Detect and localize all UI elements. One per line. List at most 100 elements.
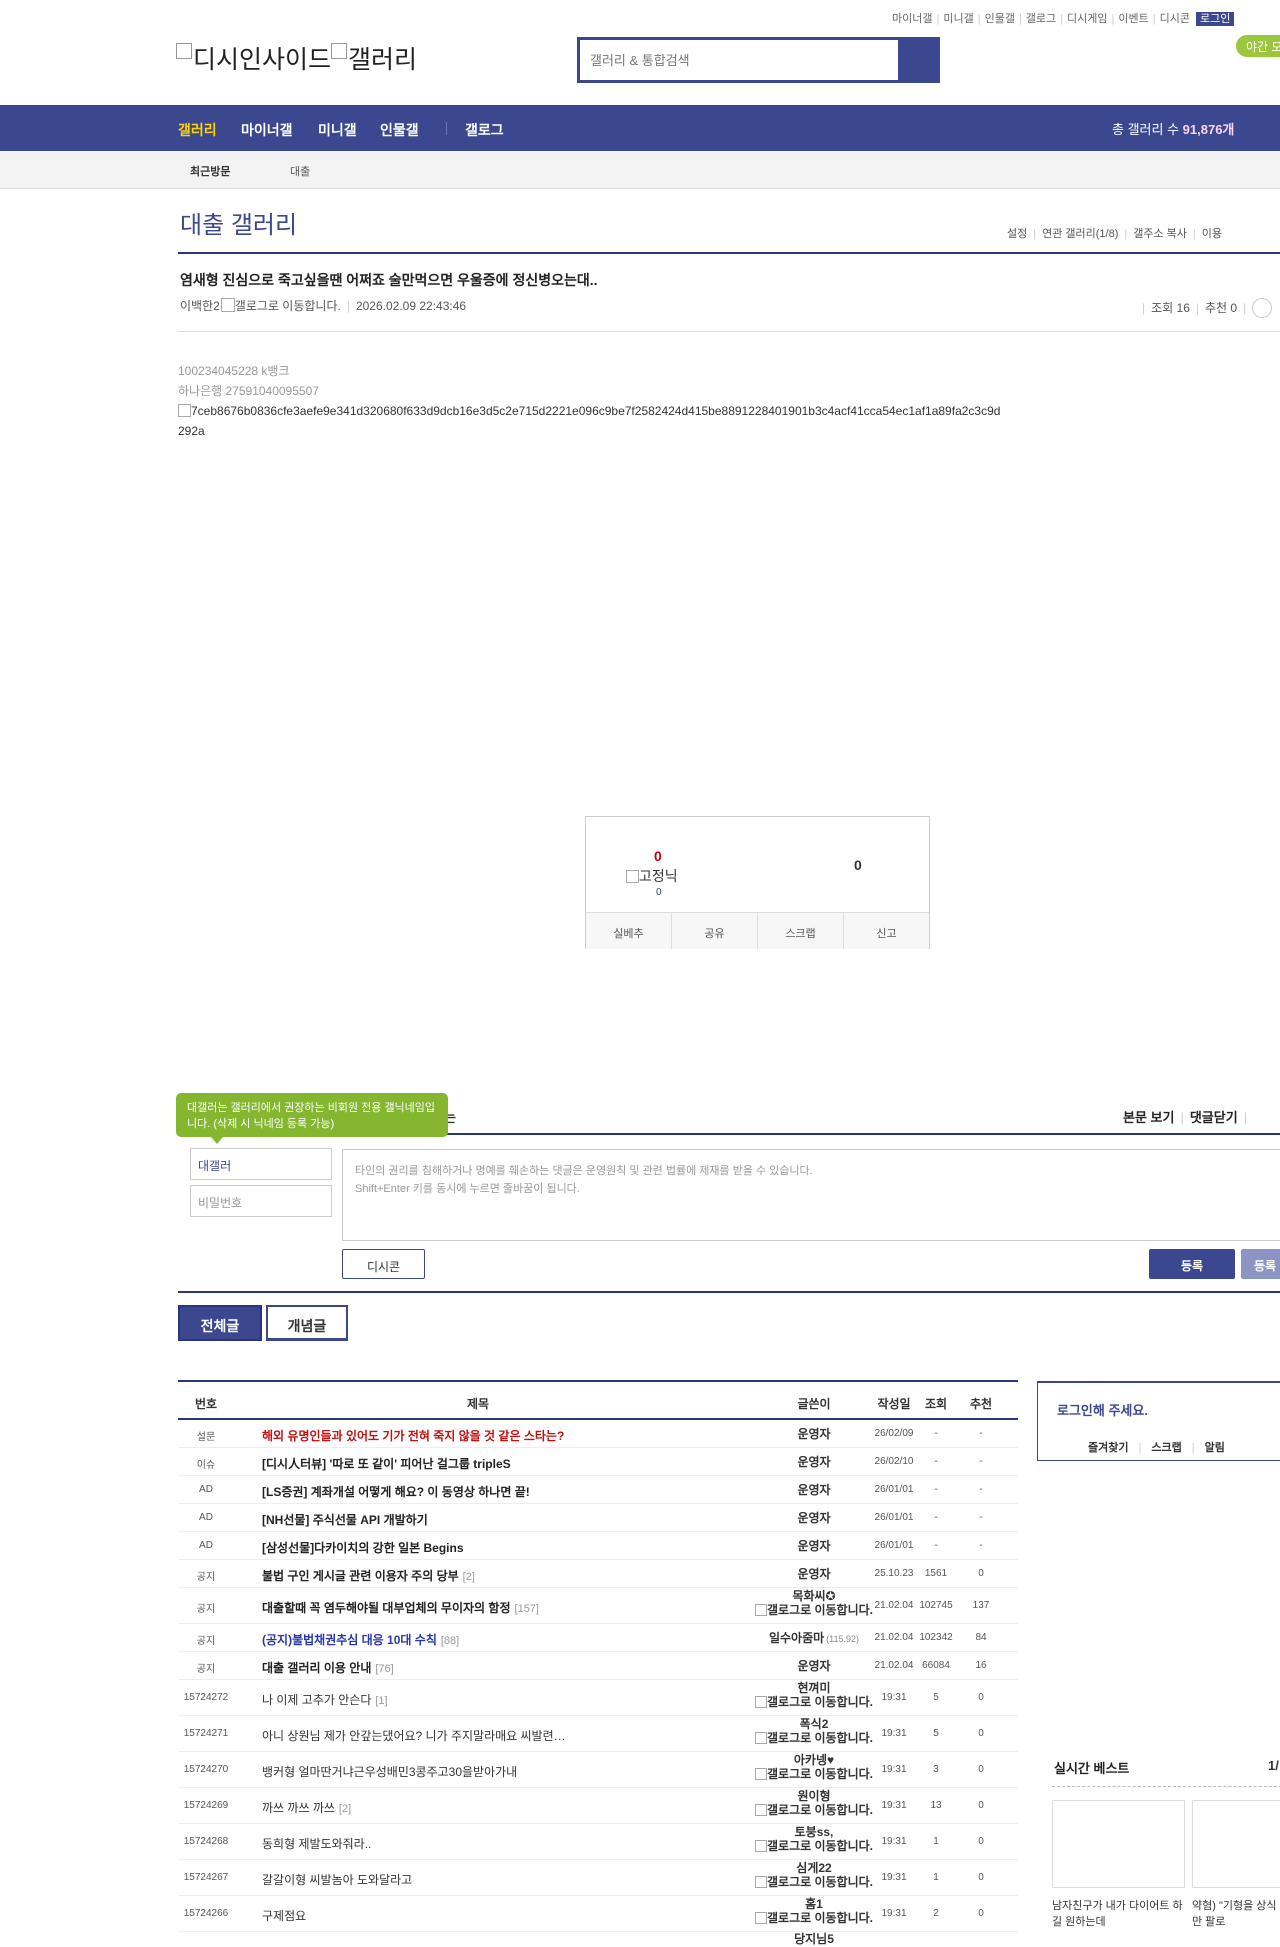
comment-submit-recommend-button[interactable]: 등록: [1241, 1249, 1280, 1279]
notification-link[interactable]: 알림: [1205, 1442, 1225, 1454]
nav-gallog[interactable]: 갤로그: [465, 120, 504, 140]
writer-nickname[interactable]: 운영자: [797, 1483, 830, 1497]
post-subject-text[interactable]: 아니 상원님 제가 안갚는댔어요? 니가 주지말라매요 씨발련…: [262, 1729, 566, 1743]
table-row[interactable]: 15724269 까쓰 까쓰 까쓰 [2] 원이형 갤로그로 이동합니다. 19:31 13…: [178, 1788, 1018, 1824]
tab-concept-posts[interactable]: 개념글: [266, 1305, 348, 1341]
comment-count[interactable]: [2]: [463, 1571, 475, 1583]
gallog-link-text[interactable]: 갤로그로 이동합니다.: [767, 1839, 873, 1853]
best-thumbnail[interactable]: [1052, 1800, 1185, 1888]
table-row[interactable]: 공지 불법 구인 게시글 관련 이용자 주의 당부 [2] 운영자 25.10.23 15…: [178, 1560, 1018, 1588]
gallog-link-text[interactable]: 갤로그로 이동합니다.: [767, 1603, 873, 1617]
table-row[interactable]: 15724271 아니 상원님 제가 안갚는댔어요? 니가 주지말라매요 씨발련……: [178, 1716, 1018, 1752]
favorites-link[interactable]: 즐겨찾기: [1088, 1442, 1128, 1454]
writer-nickname[interactable]: 운영자: [797, 1455, 830, 1469]
search-icon[interactable]: [910, 50, 930, 70]
table-row[interactable]: 당지님5: [178, 1932, 1018, 1947]
post-subject-text[interactable]: (공지)불법채권추심 대응 10대 수칙: [262, 1633, 437, 1647]
writer-nickname[interactable]: 운영자: [797, 1427, 830, 1441]
comment-count[interactable]: [88]: [441, 1635, 459, 1647]
table-row[interactable]: 15724272 나 이제 고추가 안슨다 [1] 현껴미 갤로그로 이동합니다. 19:…: [178, 1680, 1018, 1716]
table-row[interactable]: 설문 해외 유명인들과 있어도 기가 전혀 죽지 않을 것 같은 스타는? 운영자 2…: [178, 1420, 1018, 1448]
writer-nickname[interactable]: 토붕ss,: [795, 1825, 834, 1839]
writer-nickname[interactable]: 운영자: [797, 1511, 830, 1525]
util-link-game[interactable]: 디시게임: [1067, 13, 1107, 25]
login-prompt[interactable]: 로그인해 주세요.: [1057, 1400, 1148, 1419]
gallery-title[interactable]: 대출 갤러리: [180, 205, 297, 240]
writer-nickname[interactable]: 당지님5: [794, 1932, 834, 1946]
util-link-gallog[interactable]: 갤로그: [1026, 13, 1056, 25]
post-subject-text[interactable]: 갈갈이형 씨발놈아 도와달라고: [262, 1873, 412, 1887]
post-subject-text[interactable]: 대출 갤러리 이용 안내: [262, 1661, 371, 1675]
comment-count-circle[interactable]: [1252, 298, 1273, 318]
writer-nickname[interactable]: 운영자: [797, 1659, 830, 1673]
gallog-link-text[interactable]: 갤로그로 이동합니다.: [235, 299, 341, 313]
table-row[interactable]: AD [LS증권] 계좌개설 어떻게 해요? 이 동영상 하나면 끝! 운영자 26/…: [178, 1476, 1018, 1504]
writer-nickname[interactable]: 현껴미: [797, 1681, 830, 1695]
gallog-link-text[interactable]: 갤로그로 이동합니다.: [767, 1875, 873, 1889]
post-subject-text[interactable]: [디시人터뷰] '따로 또 같이' 피어난 걸그룹 tripleS: [262, 1457, 511, 1471]
post-subject-text[interactable]: [삼성선물]다카이치의 강한 일본 Begins: [262, 1541, 464, 1555]
search-input[interactable]: [580, 40, 898, 80]
post-subject-text[interactable]: 구제점요: [262, 1909, 306, 1923]
password-field[interactable]: 비밀번호: [190, 1185, 332, 1217]
login-button[interactable]: 로그인: [1196, 12, 1235, 26]
writer-nickname[interactable]: 운영자: [797, 1539, 830, 1553]
writer-nickname[interactable]: 일수아줌마: [769, 1631, 824, 1645]
table-row[interactable]: 15724267 갈갈이형 씨발놈아 도와달라고 심게22 갤로그로 이동합니다. 19…: [178, 1860, 1018, 1896]
post-subject-text[interactable]: 까쓰 까쓰 까쓰: [262, 1801, 335, 1815]
post-subject-text[interactable]: 해외 유명인들과 있어도 기가 전혀 죽지 않을 것 같은 스타는?: [262, 1429, 564, 1443]
night-mode-toggle[interactable]: 야간 모: [1236, 35, 1280, 57]
post-writer[interactable]: 당지님5: [698, 1932, 930, 1946]
gallog-icon[interactable]: [220, 298, 235, 312]
gallog-link-text[interactable]: 갤로그로 이동합니다.: [767, 1911, 873, 1925]
gallog-link-text[interactable]: 갤로그로 이동합니다.: [767, 1731, 873, 1745]
post-author[interactable]: 이백한2: [180, 299, 220, 313]
table-row[interactable]: 15724266 구제점요 홈1 갤로그로 이동합니다. 19:31 2 0: [178, 1896, 1018, 1932]
post-subject-text[interactable]: 동희형 제발도와줘라..: [262, 1837, 371, 1851]
usage-link[interactable]: 이용: [1202, 228, 1222, 240]
table-row[interactable]: 이슈 [디시人터뷰] '따로 또 같이' 피어난 걸그룹 tripleS 운영자 26…: [178, 1448, 1018, 1476]
post-subject-text[interactable]: 불법 구인 게시글 관련 이용자 주의 당부: [262, 1569, 459, 1583]
nav-mini[interactable]: 미니갤: [318, 120, 357, 140]
writer-nickname[interactable]: 아카넹♥: [794, 1753, 834, 1767]
tab-all-posts[interactable]: 전체글: [178, 1305, 262, 1341]
recent-visit-item[interactable]: 대출: [290, 163, 310, 179]
related-galleries-link[interactable]: 연관 갤러리(1/8): [1042, 228, 1118, 240]
writer-nickname[interactable]: 홈1: [805, 1897, 823, 1911]
nav-minor[interactable]: 마이너갤: [241, 120, 293, 140]
best-caption[interactable]: 남자친구가 내가 다이어트 하길 원하는데: [1052, 1898, 1187, 1930]
util-link-minor[interactable]: 마이너갤: [892, 13, 932, 25]
writer-nickname[interactable]: 심게22: [796, 1861, 831, 1875]
gallog-link-text[interactable]: 갤로그로 이동합니다.: [767, 1695, 873, 1709]
site-logo[interactable]: 디시인사이드 갤러리: [176, 40, 417, 76]
util-link-mini[interactable]: 미니갤: [943, 13, 973, 25]
util-link-dccon[interactable]: 디시콘: [1160, 13, 1190, 25]
table-row[interactable]: 15724270 뱅커형 얼마딴거냐근우성배민3콩주고30을받아가내 아카넹♥ 갤로그…: [178, 1752, 1018, 1788]
dccon-button[interactable]: 디시콘: [342, 1249, 425, 1279]
nav-person[interactable]: 인물갤: [380, 120, 419, 140]
scrap-link[interactable]: 스크랩: [1151, 1442, 1181, 1454]
comment-count[interactable]: [76]: [375, 1663, 393, 1675]
comment-count[interactable]: [1]: [375, 1695, 387, 1707]
post-subject-text[interactable]: 뱅커형 얼마딴거냐근우성배민3콩주고30을받아가내: [262, 1765, 517, 1779]
comment-count[interactable]: [157]: [515, 1603, 539, 1615]
share-button[interactable]: 공유: [672, 913, 758, 949]
scrap-button[interactable]: 스크랩: [758, 913, 844, 949]
util-link-event[interactable]: 이벤트: [1118, 13, 1148, 25]
comment-textarea[interactable]: 타인의 권리를 침해하거나 명예를 훼손하는 댓글은 운영원칙 및 관련 법률에…: [342, 1149, 1280, 1241]
nickname-field[interactable]: 대갤러: [190, 1148, 332, 1180]
comment-count[interactable]: [2]: [339, 1803, 351, 1815]
report-button[interactable]: 신고: [844, 913, 929, 949]
util-link-person[interactable]: 인물갤: [985, 13, 1015, 25]
table-row[interactable]: 공지 (공지)불법채권추심 대응 10대 수칙 [88] 일수아줌마 (115.92) 2…: [178, 1624, 1018, 1652]
table-row[interactable]: 공지 대출 갤러리 이용 안내 [76] 운영자 21.02.04 66084 16: [178, 1652, 1018, 1680]
gallog-link-text[interactable]: 갤로그로 이동합니다.: [767, 1767, 873, 1781]
best-thumbnail[interactable]: [1192, 1800, 1280, 1888]
writer-nickname[interactable]: 목화씨✪: [792, 1589, 835, 1603]
real-best-button[interactable]: 실베추: [586, 913, 672, 949]
gallog-link-text[interactable]: 갤로그로 이동합니다.: [767, 1803, 873, 1817]
writer-nickname[interactable]: 폭식2: [800, 1717, 829, 1731]
table-row[interactable]: AD [삼성선물]다카이치의 강한 일본 Begins 운영자 26/01/01 - -: [178, 1532, 1018, 1560]
gallery-settings-link[interactable]: 설정: [1007, 228, 1027, 240]
writer-nickname[interactable]: 원이형: [797, 1789, 830, 1803]
